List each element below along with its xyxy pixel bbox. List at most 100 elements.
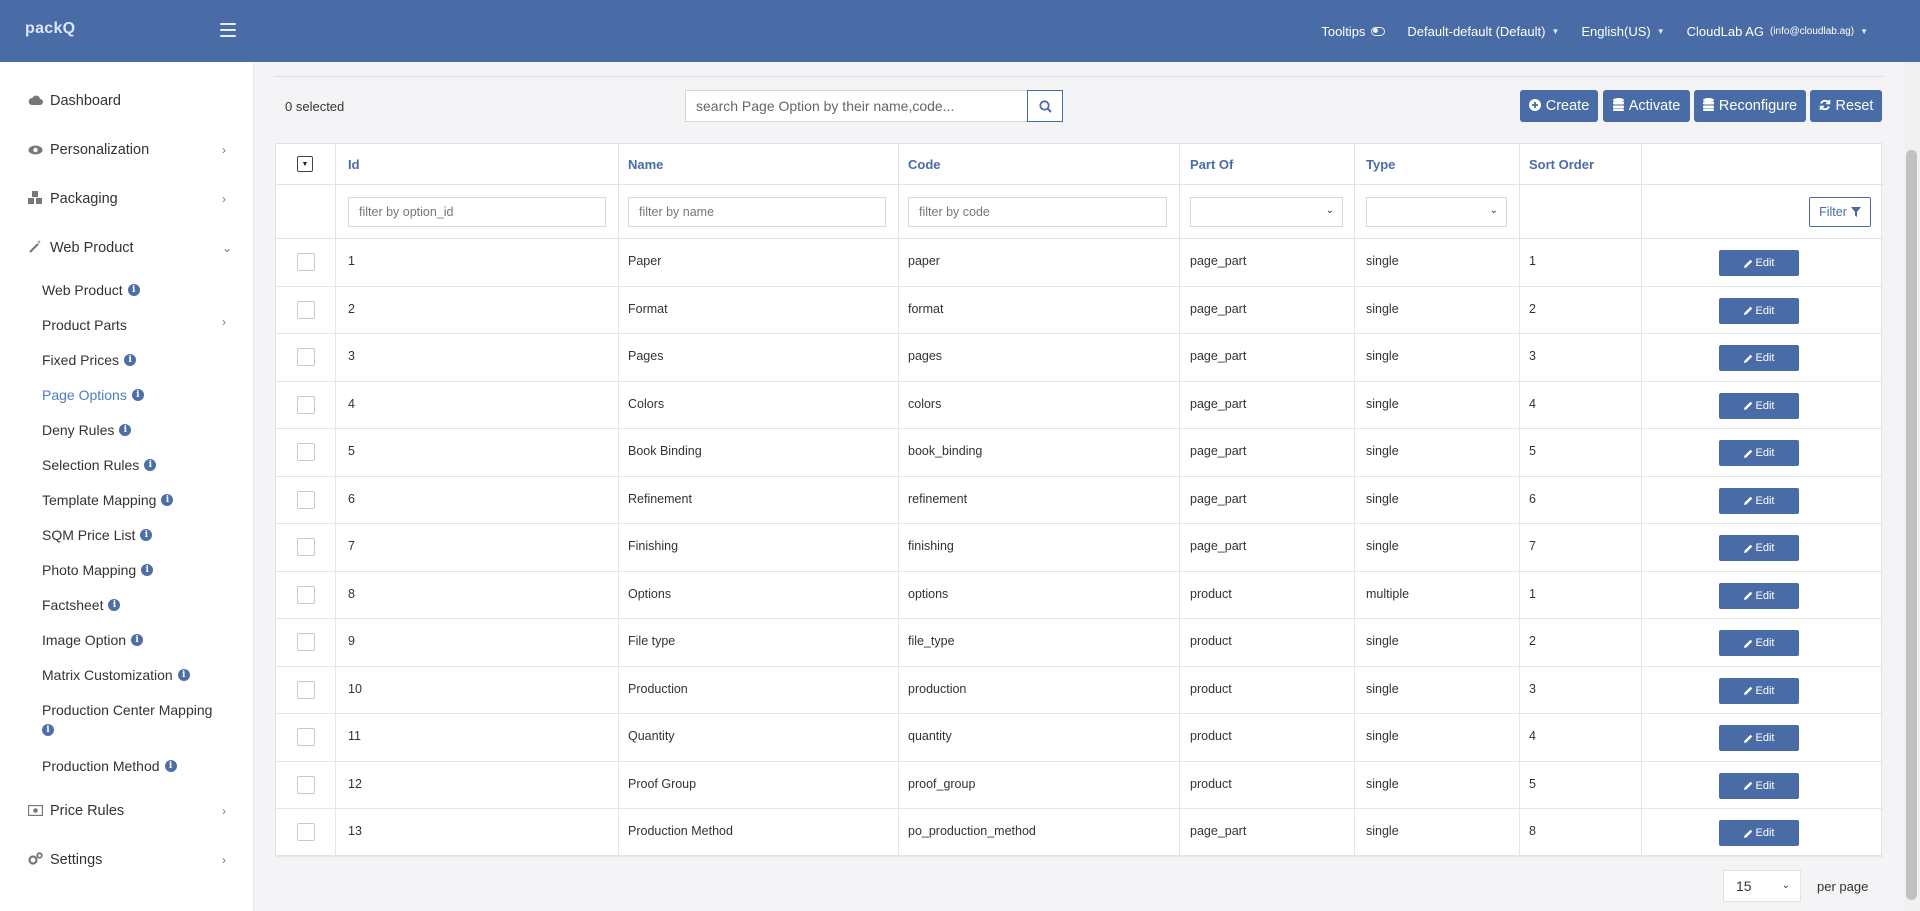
info-icon[interactable]: i	[131, 389, 144, 401]
sidebar-subitem-matrix-customization[interactable]: Matrix Customization i	[42, 664, 190, 686]
row-checkbox[interactable]	[297, 253, 315, 271]
header-code[interactable]: Code	[908, 157, 941, 172]
edit-button[interactable]: Edit	[1719, 630, 1799, 656]
edit-button[interactable]: Edit	[1719, 297, 1799, 324]
sidebar-subitem-production-center-mapping[interactable]: Production Center Mapping	[42, 699, 212, 721]
search-button[interactable]	[1027, 90, 1063, 122]
column-divider	[618, 144, 619, 239]
sidebar-subitem-web-product[interactable]: Web Product i	[42, 279, 140, 301]
row-checkbox[interactable]	[297, 633, 315, 651]
info-icon[interactable]: i	[140, 529, 153, 541]
cell-part-of: page_part	[1190, 539, 1247, 553]
sidebar-item-price-rules[interactable]: Price Rules ›	[0, 793, 254, 829]
cell-code: book_binding	[908, 444, 983, 458]
sidebar-subitem-template-mapping[interactable]: Template Mapping i	[42, 489, 174, 511]
info-icon[interactable]: i	[144, 459, 157, 471]
sidebar-item-packaging[interactable]: Packaging ›	[0, 181, 254, 217]
edit-button[interactable]: Edit	[1719, 820, 1799, 846]
row-checkbox[interactable]	[297, 443, 315, 461]
reset-button[interactable]: Reset	[1810, 90, 1882, 122]
row-checkbox[interactable]	[297, 300, 315, 319]
language-dropdown[interactable]: English(US) ▼	[1581, 24, 1664, 39]
cell-sort-order: 3	[1529, 681, 1536, 696]
column-divider	[898, 381, 899, 428]
page-size-select[interactable]: 15 ⌄	[1723, 870, 1801, 902]
filter-part-of-select[interactable]: ⌄	[1190, 197, 1343, 227]
info-icon[interactable]: i	[131, 634, 144, 646]
column-divider	[1519, 666, 1520, 713]
edit-button[interactable]: Edit	[1719, 535, 1799, 561]
cell-part-of: page_part	[1190, 396, 1247, 411]
tooltips-toggle[interactable]: Tooltips	[1321, 24, 1386, 39]
row-checkbox[interactable]	[297, 680, 315, 699]
edit-button[interactable]: Edit	[1719, 345, 1799, 371]
info-icon[interactable]: i	[177, 669, 190, 681]
scrollbar-thumb[interactable]	[1906, 150, 1917, 900]
row-checkbox[interactable]	[297, 538, 315, 556]
filter-type-select[interactable]: ⌄	[1366, 197, 1507, 227]
edit-button[interactable]: Edit	[1719, 250, 1799, 276]
row-checkbox[interactable]	[297, 775, 315, 794]
filter-name-input[interactable]	[628, 197, 886, 227]
sidebar-subitem-deny-rules[interactable]: Deny Rules i	[42, 419, 132, 441]
filter-code-input[interactable]	[908, 197, 1167, 227]
column-divider	[618, 476, 619, 523]
info-icon[interactable]: i	[141, 564, 154, 576]
reconfigure-button[interactable]: Reconfigure	[1694, 90, 1806, 122]
sidebar-subitem-sqm-price-list[interactable]: SQM Price List i	[42, 524, 153, 546]
info-icon[interactable]: i	[42, 724, 54, 736]
edit-button[interactable]: Edit	[1719, 677, 1799, 704]
edit-button[interactable]: Edit	[1719, 392, 1799, 419]
create-button[interactable]: Create	[1520, 90, 1598, 122]
info-icon[interactable]: i	[161, 494, 174, 506]
cell-type: single	[1366, 681, 1399, 696]
info-icon[interactable]: i	[127, 284, 140, 296]
toggle-icon[interactable]	[1371, 26, 1386, 36]
activate-button[interactable]: Activate	[1603, 90, 1690, 122]
header-name[interactable]: Name	[628, 157, 663, 172]
sidebar-subitem-fixed-prices[interactable]: Fixed Prices i	[42, 349, 137, 371]
edit-button[interactable]: Edit	[1719, 772, 1799, 799]
sidebar-subitem-photo-mapping[interactable]: Photo Mapping i	[42, 559, 154, 581]
sidebar-subitem-image-option[interactable]: Image Option i	[42, 629, 144, 651]
header-sort-order[interactable]: Sort Order	[1529, 157, 1594, 172]
header-id[interactable]: Id	[348, 157, 360, 172]
hamburger-menu-icon[interactable]	[220, 23, 236, 37]
header-part-of[interactable]: Part Of	[1190, 157, 1233, 172]
header-type[interactable]: Type	[1366, 157, 1395, 172]
row-checkbox[interactable]	[297, 728, 315, 746]
account-dropdown[interactable]: CloudLab AG (info@cloudlab.ag) ▼	[1687, 24, 1868, 39]
profile-dropdown[interactable]: Default-default (Default) ▼	[1407, 24, 1559, 39]
sidebar-subitem-production-method[interactable]: Production Method i	[42, 755, 177, 777]
row-checkbox[interactable]	[297, 395, 315, 414]
brand-logo[interactable]: packQ	[25, 20, 75, 38]
edit-button[interactable]: Edit	[1719, 725, 1799, 751]
sidebar-subitem-page-options[interactable]: Page Options i	[42, 384, 144, 406]
info-icon[interactable]: i	[108, 599, 121, 611]
select-all-checkbox[interactable]: ▼	[297, 156, 313, 172]
sidebar-item-dashboard[interactable]: Dashboard	[0, 83, 254, 119]
column-divider	[1519, 334, 1520, 381]
sidebar-subitem-selection-rules[interactable]: Selection Rules i	[42, 454, 157, 476]
sidebar-subitem-product-parts[interactable]: Product Parts	[42, 314, 232, 336]
row-checkbox[interactable]	[297, 490, 315, 509]
edit-button[interactable]: Edit	[1719, 440, 1799, 466]
filter-id-input[interactable]	[348, 197, 606, 227]
sidebar-item-settings[interactable]: Settings ›	[0, 842, 254, 878]
edit-button[interactable]: Edit	[1719, 487, 1799, 514]
cell-name: Production	[628, 681, 688, 696]
search-input[interactable]	[685, 90, 1028, 122]
sidebar-item-web-product[interactable]: Web Product ⌄	[0, 230, 254, 266]
sidebar-subitem-factsheet[interactable]: Factsheet i	[42, 594, 121, 616]
row-checkbox[interactable]	[297, 585, 315, 604]
filter-button[interactable]: Filter	[1809, 197, 1871, 227]
info-icon[interactable]: i	[164, 760, 177, 772]
sidebar-sublabel: Selection Rules	[42, 457, 140, 473]
info-icon[interactable]: i	[124, 354, 137, 366]
edit-button[interactable]: Edit	[1719, 582, 1799, 609]
info-icon[interactable]: i	[119, 424, 132, 436]
sidebar-item-personalization[interactable]: Personalization ›	[0, 132, 254, 168]
column-divider	[898, 524, 899, 571]
row-checkbox[interactable]	[297, 348, 315, 366]
row-checkbox[interactable]	[297, 823, 315, 841]
